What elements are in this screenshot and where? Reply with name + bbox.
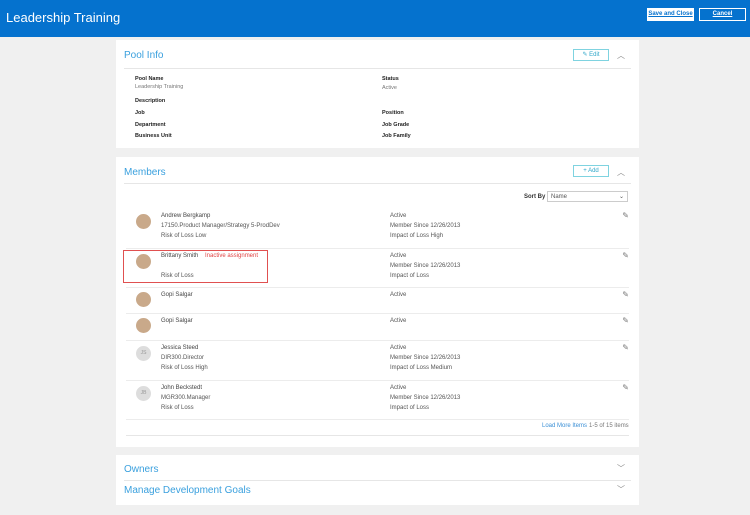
member-status: Active — [390, 345, 407, 351]
pool-info-card: Pool Info ✎ Edit ︿ Pool Name Leadership … — [116, 40, 639, 148]
member-row[interactable]: JB John Beckstedt MGR300.Manager Risk of Lo… — [126, 381, 629, 420]
member-row[interactable]: Gopi Salgar Active ✎ — [126, 314, 629, 341]
impact-of-loss: Impact of Loss Medium — [390, 365, 453, 371]
edit-pencil-icon[interactable]: ✎ — [622, 316, 629, 325]
expand-chevron-icon[interactable]: ﹀ — [617, 484, 625, 495]
member-status: Active — [390, 292, 407, 298]
job-family-label: Job Family — [382, 133, 411, 139]
member-row[interactable]: Brittany Smith Inactive assignment Risk of… — [123, 249, 629, 288]
highlight-box — [123, 250, 268, 283]
edit-pencil-icon[interactable]: ✎ — [622, 251, 629, 260]
description-label: Description — [135, 98, 166, 104]
avatar — [136, 214, 151, 229]
member-name[interactable]: John Beckstedt — [161, 385, 202, 391]
job-grade-label: Job Grade — [382, 122, 410, 128]
avatar — [136, 318, 151, 333]
member-status: Active — [390, 385, 407, 391]
add-button[interactable]: + Add — [573, 165, 609, 177]
member-row[interactable]: Andrew Bergkamp 17150.Product Manager/Str… — [126, 209, 629, 249]
member-status: Active — [390, 253, 407, 259]
edit-button[interactable]: ✎ Edit — [573, 49, 609, 61]
sort-by-value: Name — [551, 194, 568, 200]
sort-by-label: Sort By — [524, 194, 546, 200]
edit-pencil-icon[interactable]: ✎ — [622, 290, 629, 299]
impact-of-loss: Impact of Loss — [390, 405, 430, 411]
impact-of-loss: Impact of Loss High — [390, 233, 444, 239]
business-unit-label: Business Unit — [135, 133, 172, 139]
member-position: 17150.Product Manager/Strategy 5-ProdDev — [161, 223, 280, 229]
load-more-link[interactable]: Load More Items — [542, 423, 587, 429]
impact-of-loss: Impact of Loss — [390, 273, 430, 279]
avatar: JS — [136, 346, 151, 361]
member-since: Member Since 12/26/2013 — [390, 223, 461, 229]
edit-pencil-icon[interactable]: ✎ — [622, 343, 629, 352]
owners-goals-card: Owners ﹀ Manage Development Goals ﹀ — [116, 455, 639, 505]
member-status: Active — [390, 213, 407, 219]
member-status: Active — [390, 318, 407, 324]
member-row[interactable]: Gopi Salgar Active ✎ — [126, 288, 629, 314]
expand-chevron-icon[interactable]: ﹀ — [617, 463, 625, 474]
members-title: Members — [124, 167, 166, 178]
items-count: 1-5 of 15 items — [589, 423, 629, 429]
job-label: Job — [135, 110, 145, 116]
member-name[interactable]: Andrew Bergkamp — [161, 213, 210, 219]
header-bar: Leadership Training Save and Close Cance… — [0, 0, 750, 37]
member-name[interactable]: Gopi Salgar — [161, 318, 193, 324]
chevron-down-icon: ⌄ — [618, 194, 624, 200]
member-name[interactable]: Jessica Steed — [161, 345, 198, 351]
pool-info-title: Pool Info — [124, 50, 164, 61]
sort-by-select[interactable]: Name ⌄ — [547, 191, 628, 202]
member-row[interactable]: JS Jessica Steed DIR300.Director Risk of Lo… — [126, 341, 629, 381]
collapse-chevron-icon[interactable]: ︿ — [617, 50, 625, 61]
members-card: Members + Add ︿ Sort By Name ⌄ Andrew Be… — [116, 157, 639, 447]
edit-label: Edit — [589, 52, 600, 58]
member-name[interactable]: Gopi Salgar — [161, 292, 193, 298]
position-label: Position — [382, 110, 404, 116]
goals-section-header[interactable]: Manage Development Goals — [124, 485, 251, 496]
avatar: JB — [136, 386, 151, 401]
pool-name-value: Leadership Training — [135, 84, 184, 90]
status-value: Active — [382, 85, 397, 91]
collapse-chevron-icon[interactable]: ︿ — [617, 167, 625, 178]
owners-section-header[interactable]: Owners — [124, 464, 158, 475]
status-label: Status — [382, 76, 399, 82]
avatar — [136, 292, 151, 307]
member-since: Member Since 12/26/2013 — [390, 263, 461, 269]
add-label: Add — [588, 168, 599, 174]
member-position: MGR300.Manager — [161, 395, 211, 401]
member-since: Member Since 12/26/2013 — [390, 355, 461, 361]
department-label: Department — [135, 122, 166, 128]
page-title: Leadership Training — [6, 10, 121, 25]
cancel-button[interactable]: Cancel — [699, 8, 746, 21]
save-and-close-button[interactable]: Save and Close — [647, 8, 694, 21]
risk-of-loss: Risk of Loss Low — [161, 233, 207, 239]
edit-pencil-icon[interactable]: ✎ — [622, 383, 629, 392]
member-since: Member Since 12/26/2013 — [390, 395, 461, 401]
risk-of-loss: Risk of Loss — [161, 405, 194, 411]
risk-of-loss: Risk of Loss High — [161, 365, 208, 371]
edit-pencil-icon[interactable]: ✎ — [622, 211, 629, 220]
pool-name-label: Pool Name — [135, 76, 164, 82]
member-position: DIR300.Director — [161, 355, 205, 361]
